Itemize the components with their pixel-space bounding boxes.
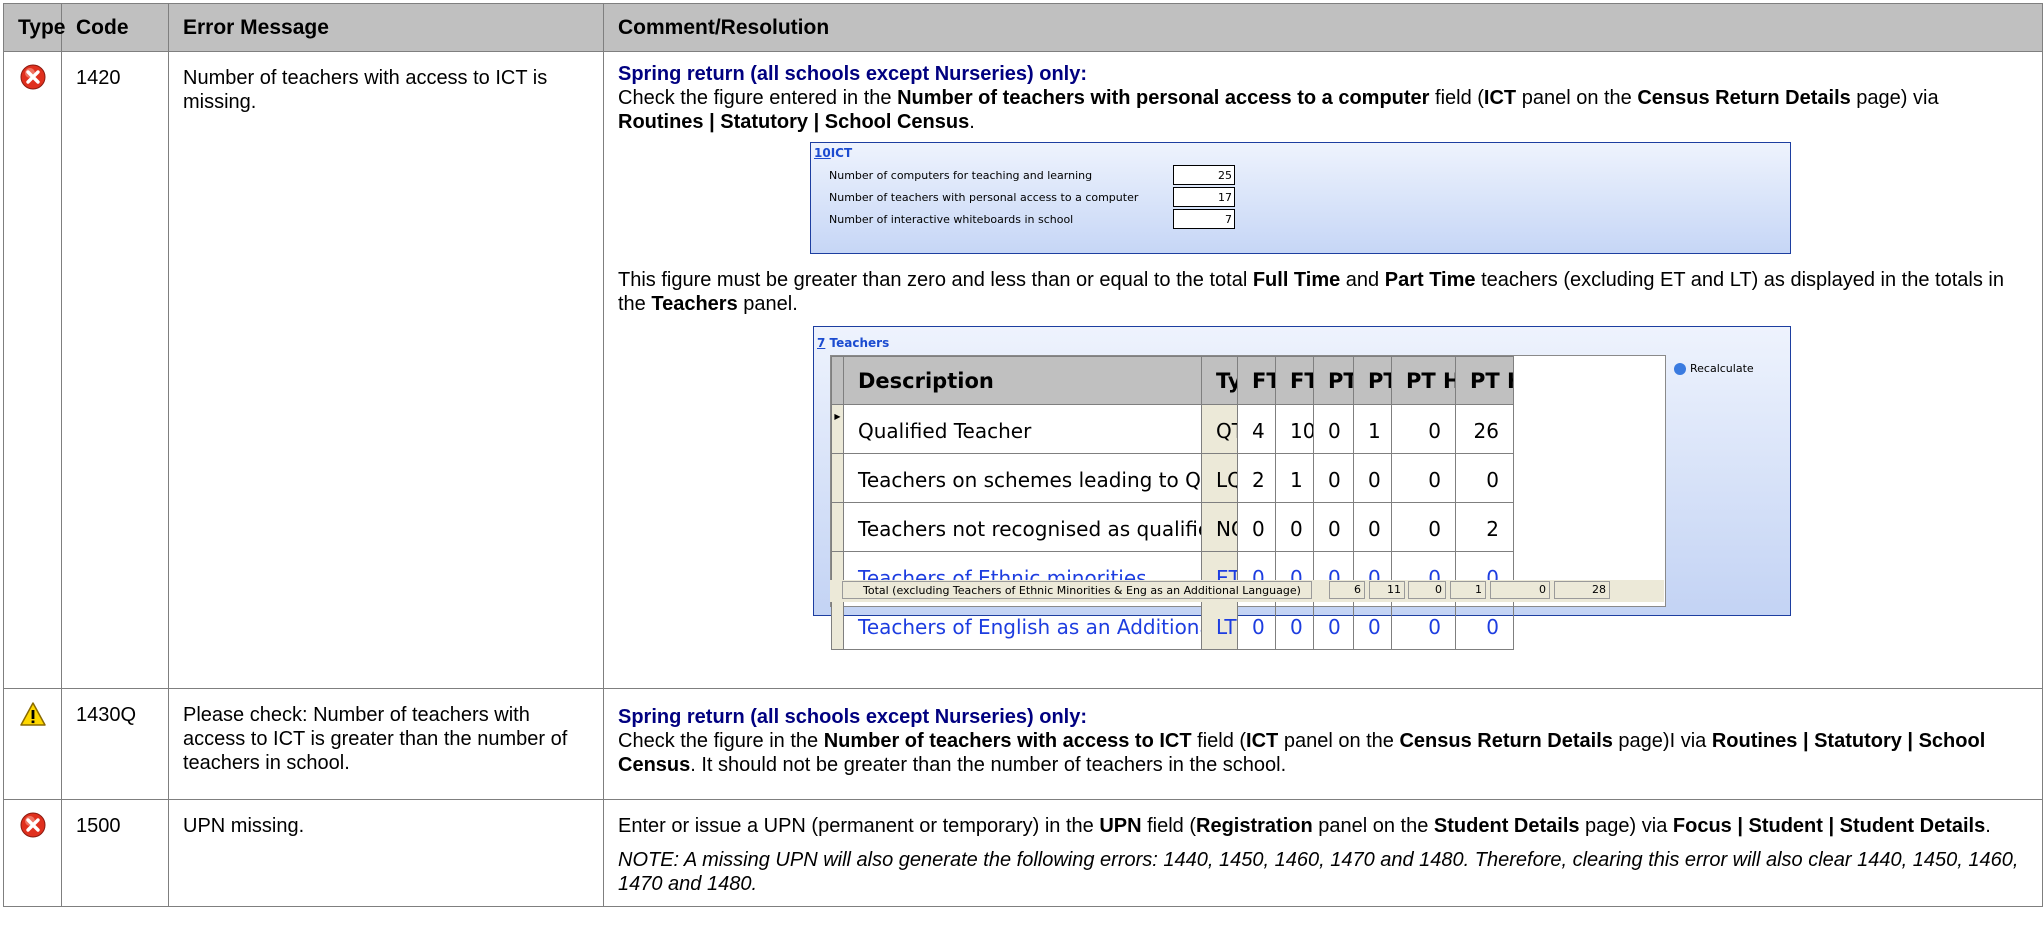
check-instructions: Check the figure in the Number of teache…	[618, 730, 1986, 776]
ict-field-teachers-access: Number of teachers with personal access …	[829, 187, 1249, 209]
total-pt-f: 1	[1450, 581, 1486, 599]
must-instructions: This figure must be greater than zero an…	[618, 269, 2004, 315]
ict-panel-title[interactable]: 10ICT	[814, 147, 852, 160]
error-icon	[20, 64, 45, 90]
table-header: Type Code Error Message Comment/Resoluti…	[3, 3, 2043, 52]
ict-field-computers: Number of computers for teaching and lea…	[829, 165, 1249, 187]
grid-row[interactable]: Teachers of English as an Additional Lan…	[831, 600, 1665, 650]
type-cell	[3, 688, 62, 800]
type-cell	[3, 799, 62, 907]
error-table: Type Code Error Message Comment/Resoluti…	[3, 3, 2043, 907]
totals-row: Total (excluding Teachers of Ethnic Mino…	[830, 580, 1664, 602]
error-message: UPN missing.	[168, 799, 604, 907]
teachers-grid: Description Type FT(M) FT(F) PT(M) PT(F)…	[830, 355, 1666, 650]
total-ft-f: 11	[1369, 581, 1405, 599]
row-selector-icon: ▶	[831, 404, 844, 454]
ict-panel: 10ICT Number of computers for teaching a…	[810, 142, 1791, 254]
grid-row[interactable]: Teachers not recognised as qualified NQ …	[831, 502, 1665, 552]
ict-field-whiteboards: Number of interactive whiteboards in sch…	[829, 209, 1249, 231]
table-row: 1420 Number of teachers with access to I…	[3, 51, 2043, 689]
totals-label: Total (excluding Teachers of Ethnic Mino…	[842, 581, 1312, 599]
table-row: 1430Q Please check: Number of teachers w…	[3, 688, 2043, 800]
error-message: Please check: Number of teachers with ac…	[168, 688, 604, 800]
teachers-access-input[interactable]: 17	[1173, 187, 1235, 207]
spring-note: Spring return (all schools except Nurser…	[618, 706, 1088, 728]
header-comment: Comment/Resolution	[603, 3, 2043, 52]
error-icon	[20, 812, 45, 838]
recalculate-button[interactable]: Recalculate	[1674, 357, 1754, 381]
warning-icon	[19, 702, 46, 726]
grid-header: Description Type FT(M) FT(F) PT(M) PT(F)…	[831, 356, 1665, 405]
header-code: Code	[61, 3, 169, 52]
header-error: Error Message	[168, 3, 604, 52]
total-ft-m: 6	[1329, 581, 1365, 599]
header-type: Type	[3, 3, 65, 52]
code-cell: 1500	[61, 799, 169, 907]
whiteboards-input[interactable]: 7	[1173, 209, 1235, 229]
spring-note: Spring return (all schools except Nurser…	[618, 63, 1088, 85]
upn-note: NOTE: A missing UPN will also generate t…	[618, 849, 2019, 895]
recalculate-icon	[1674, 363, 1686, 375]
comment-cell: Spring return (all schools except Nurser…	[603, 51, 2043, 689]
total-pt-hrs-f: 28	[1554, 581, 1610, 599]
comment-cell: Enter or issue a UPN (permanent or tempo…	[603, 799, 2043, 907]
table-row: 1500 UPN missing. Enter or issue a UPN (…	[3, 799, 2043, 907]
error-message: Number of teachers with access to ICT is…	[168, 51, 604, 689]
grid-row[interactable]: ▶ Qualified Teacher QT 4 10 0 1 0 26	[831, 404, 1665, 454]
code-cell: 1420	[61, 51, 169, 689]
computers-input[interactable]: 25	[1173, 165, 1235, 185]
grid-row[interactable]: Teachers on schemes leading to Qualified…	[831, 453, 1665, 503]
teachers-panel-title[interactable]: 7 Teachers	[817, 331, 889, 355]
teachers-panel: 7 Teachers Description Type FT(M) FT(F) …	[813, 326, 1791, 650]
total-pt-hrs-m: 0	[1490, 581, 1550, 599]
type-cell	[3, 51, 62, 689]
comment-cell: Spring return (all schools except Nurser…	[603, 688, 2043, 800]
check-instructions: Check the figure entered in the Number o…	[618, 87, 1939, 133]
code-cell: 1430Q	[61, 688, 169, 800]
upn-instructions: Enter or issue a UPN (permanent or tempo…	[618, 815, 1991, 837]
total-pt-m: 0	[1408, 581, 1446, 599]
